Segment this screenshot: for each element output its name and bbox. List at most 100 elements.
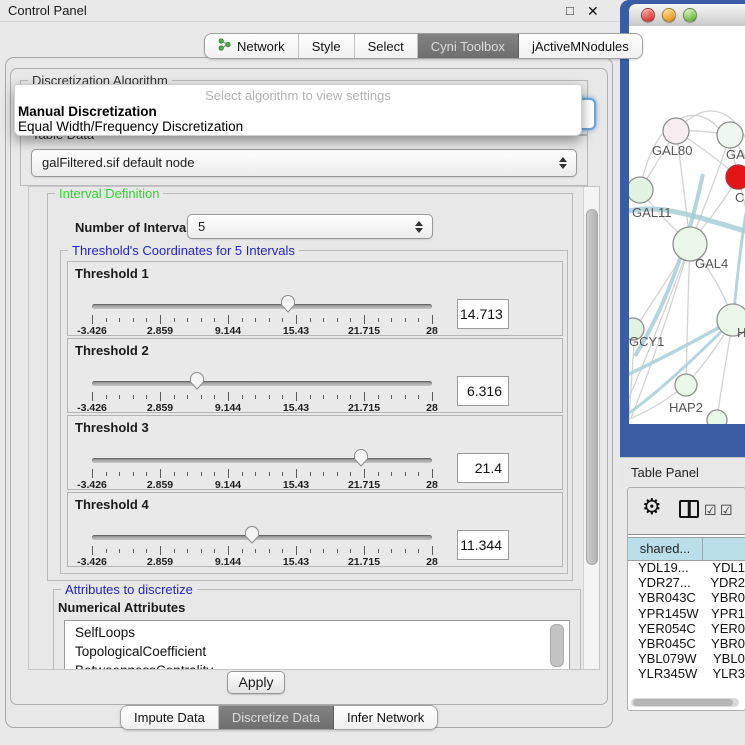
apply-button[interactable]: Apply [227, 671, 285, 694]
scale-label: 21.715 [348, 325, 380, 337]
settings-vertical-scrollbar[interactable] [583, 187, 599, 669]
table-row[interactable]: YBL079WYBL0 [628, 651, 745, 666]
slider-thumb-icon[interactable] [280, 294, 296, 313]
network-window-titlebar[interactable] [629, 4, 745, 27]
slider-track [92, 535, 432, 540]
cell-shared-name: YPR145W [628, 606, 701, 621]
tab-impute-data[interactable]: Impute Data [121, 706, 219, 729]
table-horizontal-scrollbar[interactable] [631, 698, 739, 707]
tab-network[interactable]: Network [205, 34, 299, 58]
threshold-3-value-field[interactable] [457, 453, 509, 483]
tab-infer-network[interactable]: Infer Network [334, 706, 437, 729]
cell-name: YDR2 [700, 575, 745, 590]
table-data-value: galFiltered.sif default node [42, 155, 194, 170]
tab-style[interactable]: Style [299, 34, 355, 58]
cell-name: YBR0 [701, 636, 745, 651]
scale-label: 21.715 [348, 479, 380, 491]
cell-shared-name: YDL19... [628, 560, 702, 575]
label-gal-cut: GA [726, 147, 745, 162]
scale-label: 9.144 [215, 479, 241, 491]
table-header-row: shared... n [628, 537, 745, 561]
mac-zoom-icon[interactable] [683, 8, 697, 22]
scale-label: 15.43 [283, 325, 309, 337]
label-hap2: HAP2 [669, 400, 703, 415]
float-window-icon[interactable]: □ [566, 3, 574, 18]
mac-close-icon[interactable] [641, 8, 655, 22]
combo-arrows-icon [559, 157, 567, 169]
label-gal4: GAL4 [695, 256, 728, 271]
threshold-1-slider[interactable]: -3.4262.8599.14415.4321.71528 [92, 292, 432, 336]
slider-thumb-icon[interactable] [189, 371, 205, 390]
threshold-1-value-field[interactable] [457, 299, 509, 329]
tab-jactivemnodules[interactable]: jActiveMNodules [519, 34, 642, 58]
cell-name: YPR1 [701, 606, 745, 621]
tab-select[interactable]: Select [355, 34, 418, 58]
column-header-name[interactable]: n [703, 538, 745, 560]
spinner-arrows-icon [415, 221, 423, 233]
numerical-attributes-list[interactable]: SelfLoopsTopologicalCoefficientBetweenne… [64, 620, 570, 670]
table-data-combobox[interactable]: galFiltered.sif default node [31, 149, 577, 177]
node-bottom-partial[interactable] [707, 410, 727, 424]
cell-shared-name: YBR043C [628, 590, 701, 605]
checkbox-icon[interactable]: ☑ [704, 502, 717, 519]
threshold-3-slider[interactable]: -3.4262.8599.14415.4321.71528 [92, 446, 432, 490]
number-of-intervals-spinner[interactable]: 5 [187, 214, 433, 239]
node-gal11[interactable] [629, 177, 653, 203]
table-hscrollbar-thumb[interactable] [633, 699, 733, 706]
attribute-item[interactable]: TopologicalCoefficient [65, 642, 569, 661]
node-red-selected[interactable] [726, 165, 745, 189]
scale-label: -3.426 [77, 479, 107, 491]
screen: Control Panel □ ✕ Network Style Select C… [0, 0, 745, 745]
threshold-3-label: Threshold 3 [75, 420, 149, 435]
label-c-cut: C [735, 190, 744, 205]
cell-name: YBL0 [703, 651, 745, 666]
threshold-2-value-field[interactable] [457, 376, 509, 406]
cell-shared-name: YIL052C [628, 682, 703, 686]
node-hap2[interactable] [675, 374, 697, 396]
scale-label: 28 [426, 325, 438, 337]
node-gal-cut[interactable] [717, 122, 743, 148]
tab-discretize-data[interactable]: Discretize Data [219, 706, 334, 729]
table-panel: ⚙ ☑ ☑ shared... n YDL19...YDL1YDR27...YD… [627, 487, 745, 711]
scale-label: 15.43 [283, 556, 309, 568]
control-panel-title: Control Panel [8, 3, 87, 18]
table-row[interactable]: YPR145WYPR1 [628, 606, 745, 621]
node-gal80[interactable] [663, 118, 689, 144]
scale-label: 2.859 [147, 556, 173, 568]
column-header-shared-name[interactable]: shared... [628, 538, 703, 560]
table-panel-title: Table Panel [631, 465, 699, 480]
cell-shared-name: YBR045C [628, 636, 701, 651]
list-scrollbar-thumb[interactable] [550, 624, 564, 667]
threshold-2-slider[interactable]: -3.4262.8599.14415.4321.71528 [92, 369, 432, 413]
threshold-4-slider[interactable]: -3.4262.8599.14415.4321.71528 [92, 523, 432, 567]
scale-label: 9.144 [215, 402, 241, 414]
settings-scrollbar-thumb[interactable] [586, 209, 598, 565]
table-row[interactable]: YBR043CYBR0 [628, 590, 745, 605]
slider-track [92, 381, 432, 386]
checkbox-icon[interactable]: ☑ [720, 502, 733, 519]
table-row[interactable]: YDR27...YDR2 [628, 575, 745, 590]
table-row[interactable]: YER054CYER0 [628, 621, 745, 636]
option-equal-width-frequency[interactable]: Equal Width/Frequency Discretization [18, 119, 243, 134]
threshold-4-value-field[interactable] [457, 530, 509, 560]
table-row[interactable]: YIL052CYIL0 [628, 682, 745, 686]
slider-thumb-icon[interactable] [353, 448, 369, 467]
cell-shared-name: YDR27... [628, 575, 700, 590]
network-canvas[interactable]: GAL80 GA GAL11 C GAL4 GCY1 H HAP2 [629, 26, 745, 424]
tab-cyni-toolbox[interactable]: Cyni Toolbox [418, 34, 519, 58]
close-panel-icon[interactable]: ✕ [587, 3, 599, 20]
mac-minimize-icon[interactable] [662, 8, 676, 22]
scale-label: 28 [426, 479, 438, 491]
slider-track [92, 458, 432, 463]
slider-thumb-icon[interactable] [244, 525, 260, 544]
table-row[interactable]: YLR345WYLR3 [628, 666, 745, 681]
attribute-item[interactable]: SelfLoops [65, 623, 569, 642]
attribute-item[interactable]: BetweennessCentrality [65, 661, 569, 670]
split-panel-icon[interactable] [679, 500, 699, 518]
table-row[interactable]: YDL19...YDL1 [628, 560, 745, 575]
gear-icon[interactable]: ⚙ [642, 494, 662, 520]
option-manual-discretization[interactable]: Manual Discretization [18, 104, 157, 119]
number-of-intervals-label: Number of Intervals [75, 220, 197, 235]
table-row[interactable]: YBR045CYBR0 [628, 636, 745, 651]
algorithm-dropdown-popup: Select algorithm to view settings Manual… [14, 84, 582, 136]
